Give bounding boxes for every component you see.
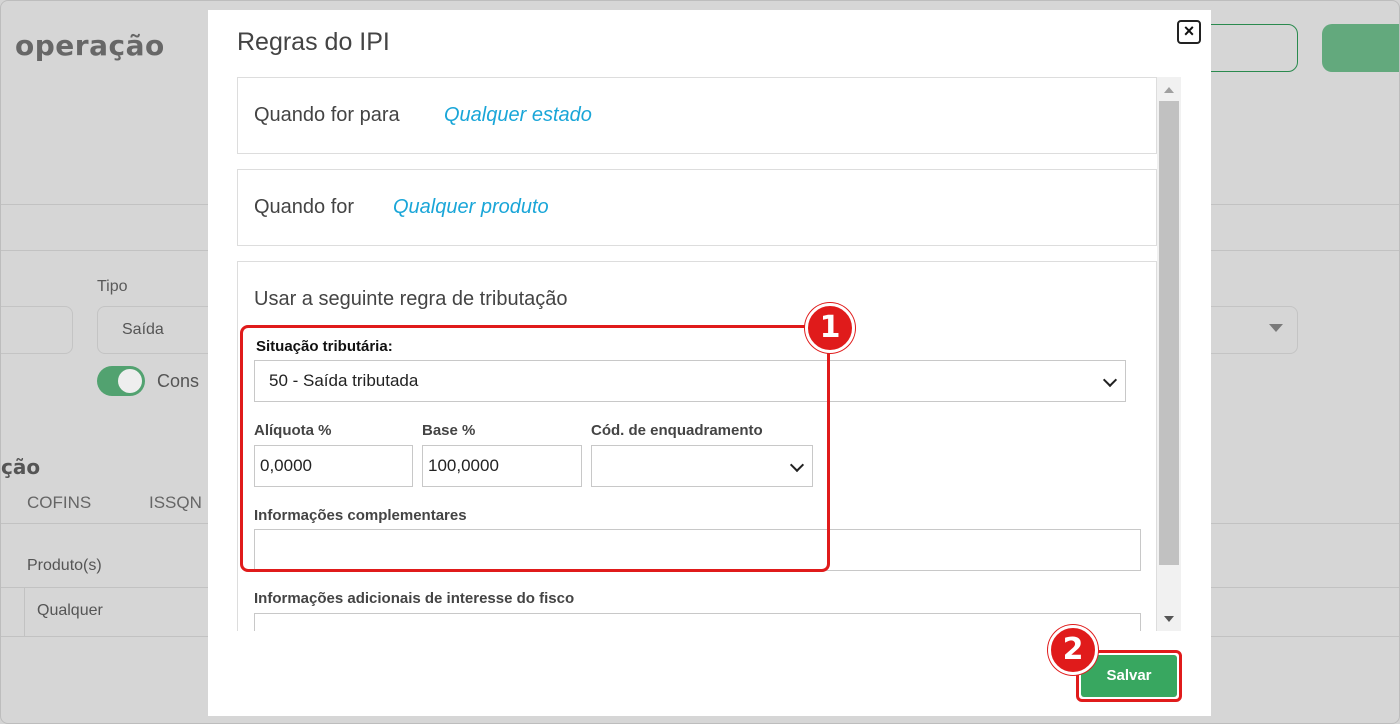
base-label: Base % (422, 422, 476, 439)
estado-link[interactable]: Qualquer estado (444, 104, 592, 127)
situacao-value: 50 - Saída tributada (269, 371, 419, 390)
modal-title: Regras do IPI (237, 28, 390, 56)
modal-scroll-area[interactable]: Quando for para Qualquer estado Quando f… (237, 77, 1182, 631)
text-input[interactable] (1, 306, 73, 354)
info-fisco-input[interactable] (254, 613, 1141, 631)
aliquota-input[interactable]: 0,0000 (254, 445, 413, 487)
enquadramento-label: Cód. de enquadramento (591, 422, 763, 439)
ipi-rules-modal: Regras do IPI Quando for para Qualquer e… (208, 10, 1211, 716)
situacao-select[interactable]: 50 - Saída tributada (254, 360, 1126, 402)
estado-label: Quando for para (254, 104, 400, 126)
toggle-label: Cons (157, 371, 200, 391)
info-complementares-input[interactable] (254, 529, 1141, 571)
primary-button[interactable] (1322, 24, 1399, 72)
divider (24, 588, 25, 636)
chevron-down-icon (1102, 372, 1118, 388)
tab-cofins[interactable]: COFINS (27, 493, 91, 513)
table-header: Produto(s) (27, 557, 102, 574)
toggle-switch[interactable] (97, 366, 145, 396)
info-fisco-label: Informações adicionais de interesse do f… (254, 590, 575, 607)
enquadramento-select[interactable] (591, 445, 813, 487)
step-badge-2: 2 (1048, 625, 1098, 675)
estado-card: Quando for para Qualquer estado (237, 77, 1157, 154)
tab-issqn[interactable]: ISSQN (149, 493, 202, 513)
table-cell: Qualquer (37, 602, 103, 619)
info-complementares-label: Informações complementares (254, 507, 467, 524)
produto-card: Quando for Qualquer produto (237, 169, 1157, 246)
page-title: operação (15, 29, 165, 62)
regra-heading: Usar a seguinte regra de tributação (254, 288, 568, 310)
section-title: ção (1, 455, 41, 479)
situacao-label: Situação tributária: (256, 338, 393, 355)
tipo-label: Tipo (97, 278, 128, 295)
step-badge-1: 1 (805, 303, 855, 353)
toggle-knob (118, 369, 142, 393)
produto-link[interactable]: Qualquer produto (393, 196, 549, 219)
produto-label: Quando for (254, 196, 355, 218)
close-icon[interactable]: × (1177, 20, 1201, 44)
save-button[interactable]: Salvar (1081, 655, 1177, 697)
scroll-up-icon[interactable] (1164, 87, 1174, 93)
chevron-down-icon (789, 457, 805, 473)
scrollbar-thumb[interactable] (1159, 101, 1179, 565)
vertical-scrollbar[interactable] (1157, 77, 1181, 631)
caret-down-icon (1269, 324, 1283, 332)
base-input[interactable]: 100,0000 (422, 445, 582, 487)
scroll-down-icon[interactable] (1164, 616, 1174, 622)
regra-card: Usar a seguinte regra de tributação Situ… (237, 261, 1157, 631)
aliquota-label: Alíquota % (254, 422, 332, 439)
dropdown-select[interactable] (1201, 306, 1298, 354)
